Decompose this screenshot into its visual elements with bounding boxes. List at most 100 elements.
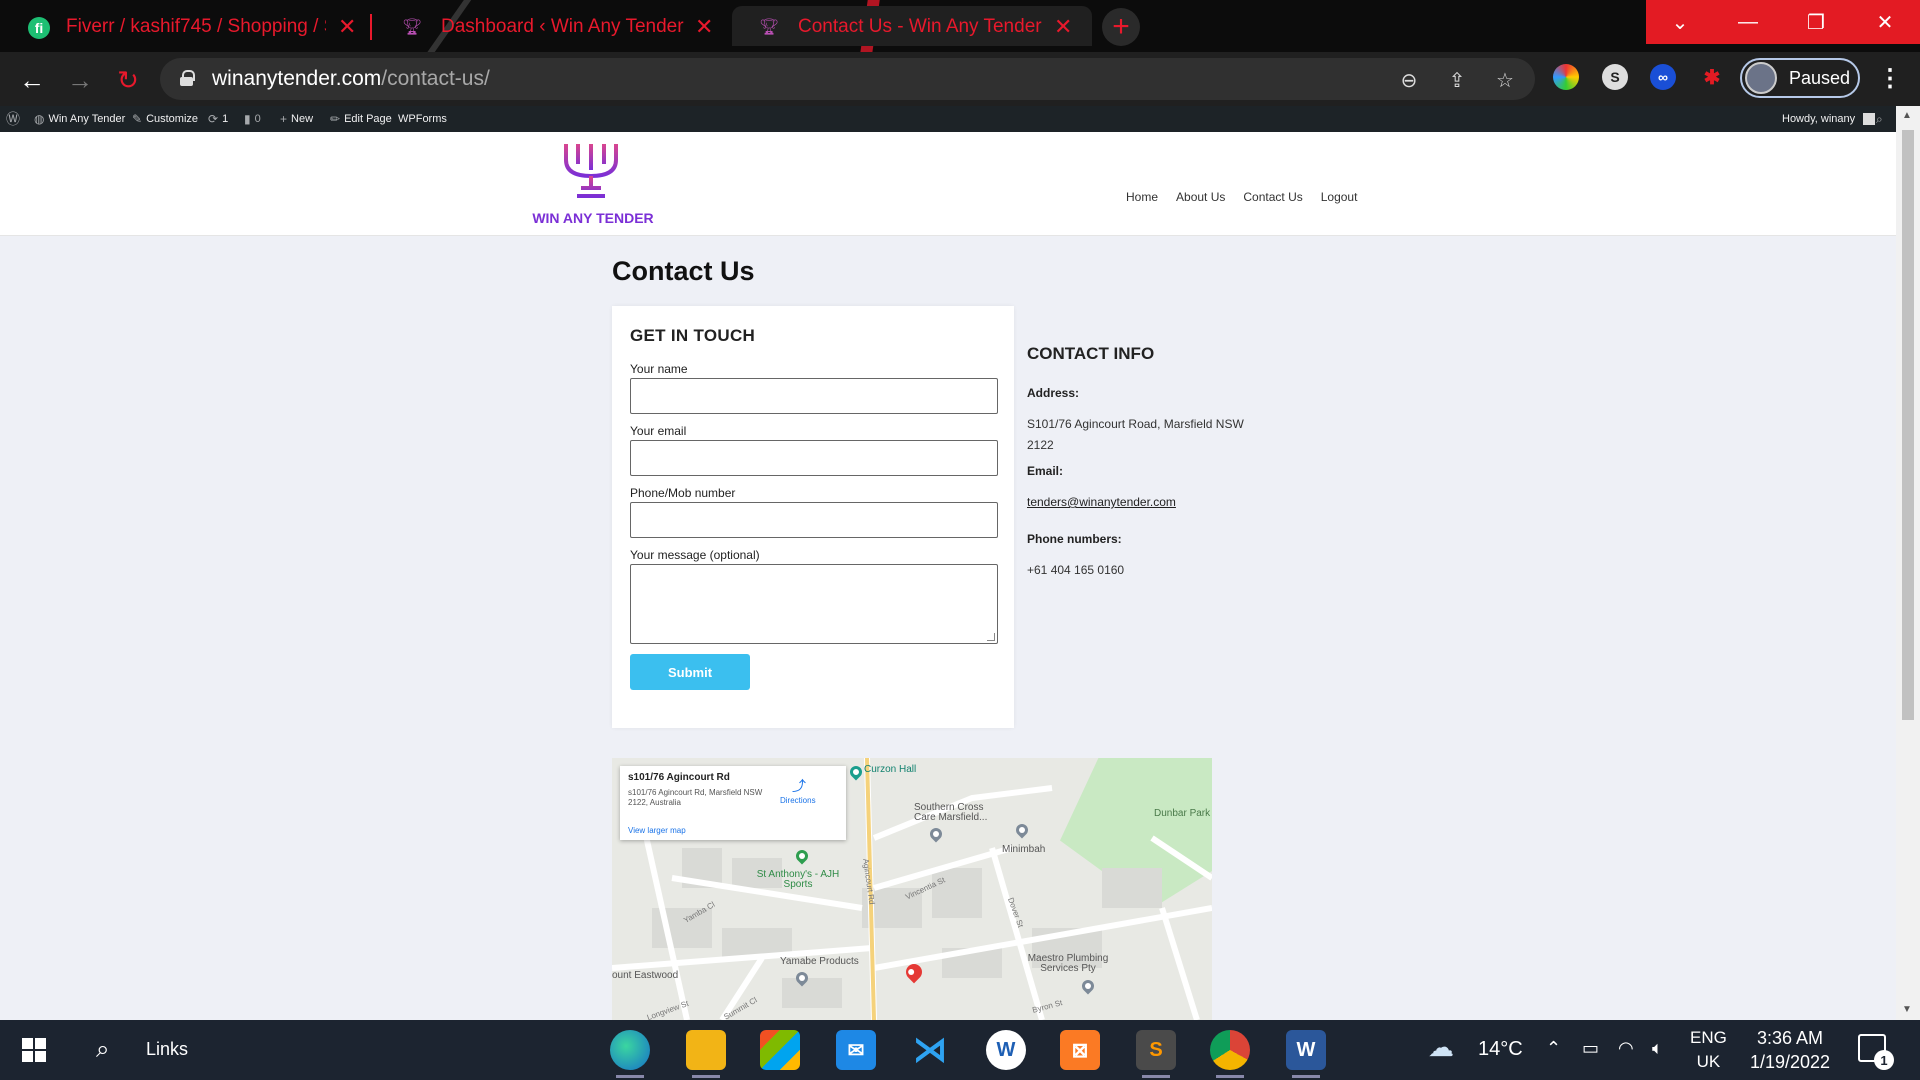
embedded-map[interactable]: Curzon Hall Southern Cross Care Marsfiel… [612, 758, 1212, 1020]
clock[interactable]: 3:36 AM 1/19/2022 [1740, 1026, 1840, 1074]
url-text[interactable]: winanytender.com/contact-us/ [212, 67, 490, 91]
weather-cloud-icon[interactable]: ☁ [1428, 1032, 1454, 1063]
submit-button[interactable]: Submit [630, 654, 750, 690]
resize-handle-icon[interactable] [987, 633, 995, 641]
nav-logout[interactable]: Logout [1321, 190, 1358, 204]
close-icon[interactable]: ✕ [338, 14, 356, 40]
language-indicator[interactable]: ENG UK [1690, 1026, 1727, 1074]
extension-s-icon[interactable]: S [1602, 64, 1628, 90]
nav-about-us[interactable]: About Us [1176, 190, 1225, 204]
windows-start-icon[interactable] [22, 1038, 46, 1062]
admin-comments-link[interactable]: ▮ 0 [244, 106, 261, 132]
admin-customize-link[interactable]: ✎ Customize [132, 106, 198, 132]
browser-tab-strip: fi Fiverr / kashif745 / Shopping / St ✕ … [0, 0, 1920, 52]
avatar [1745, 62, 1777, 94]
chevron-up-icon[interactable]: ⌃ [1546, 1038, 1561, 1059]
scroll-down-icon[interactable]: ▼ [1902, 1004, 1912, 1015]
extension-colorful-icon[interactable] [1553, 64, 1579, 90]
site-header: WIN ANY TENDER Home About Us Contact Us … [0, 132, 1896, 236]
site-logo[interactable]: WIN ANY TENDER [528, 142, 658, 230]
view-larger-map-link[interactable]: View larger map [628, 826, 686, 835]
nav-home[interactable]: Home [1126, 190, 1158, 204]
phone-input[interactable] [630, 502, 998, 538]
place-label[interactable]: Dunbar Park [1154, 808, 1210, 819]
brush-icon: ✎ [132, 112, 143, 126]
message-textarea[interactable] [630, 564, 998, 644]
tab-fiverr[interactable]: fi Fiverr / kashif745 / Shopping / St ✕ [0, 6, 375, 46]
place-label[interactable]: ount Eastwood [612, 970, 678, 981]
share-icon[interactable]: ⇪ [1445, 68, 1469, 92]
battery-icon[interactable]: ▭ [1582, 1038, 1599, 1059]
search-icon[interactable]: ⌕ [96, 1036, 109, 1064]
profile-status: Paused [1789, 67, 1851, 88]
wifi-icon[interactable]: ◠ [1618, 1038, 1634, 1059]
scrollbar-thumb[interactable] [1902, 130, 1914, 720]
forward-arrow-icon[interactable]: → [64, 64, 96, 96]
email-input[interactable] [630, 440, 998, 476]
keyboard-layout: UK [1696, 1052, 1721, 1071]
back-arrow-icon[interactable]: ← [16, 64, 48, 96]
admin-account-link[interactable]: Howdy, winany [1782, 106, 1876, 132]
microsoft-store-icon[interactable] [760, 1030, 800, 1070]
mail-icon[interactable]: ✉ [836, 1030, 876, 1070]
contact-info: CONTACT INFO Address: S101/76 Agincourt … [1027, 344, 1267, 577]
admin-new-link[interactable]: + New [280, 106, 313, 132]
tab-dashboard[interactable]: 🏆︎ Dashboard ‹ Win Any Tender — V ✕ [375, 6, 730, 46]
admin-edit-page-link[interactable]: ✏ Edit Page [330, 106, 392, 132]
wordpress-logo-icon[interactable]: Ⓦ [6, 106, 20, 132]
close-window-button[interactable]: ✕ [1850, 0, 1920, 44]
main-navigation: Home About Us Contact Us Logout [1126, 190, 1357, 204]
tab-title: Contact Us - Win Any Tender [798, 16, 1042, 37]
profile-button[interactable]: Paused [1740, 58, 1860, 98]
email-link[interactable]: tenders@winanytender.com [1027, 492, 1257, 513]
page-scrollbar[interactable]: ▲ ▼ [1896, 106, 1920, 1020]
place-label[interactable]: Curzon Hall [864, 764, 916, 775]
contact-form-card: GET IN TOUCH Your name Your email Phone/… [612, 306, 1014, 728]
email-label: Your email [630, 424, 687, 438]
admin-search-icon[interactable]: ⌕ [1876, 106, 1883, 132]
volume-icon[interactable]: 🔈︎ [1652, 1038, 1663, 1059]
place-label[interactable]: Yamabe Products [780, 956, 859, 967]
tab-search-chevron-icon[interactable]: ⌄ [1646, 0, 1714, 44]
place-label[interactable]: St Anthony's - AJH Sports [748, 870, 848, 890]
address-bar[interactable]: winanytender.com/contact-us/ ⊖ ⇪ ☆ [160, 58, 1535, 100]
wordpress-app-icon[interactable]: W [986, 1030, 1026, 1070]
vscode-icon[interactable]: ⋊ [910, 1030, 950, 1070]
scroll-up-icon[interactable]: ▲ [1902, 110, 1912, 121]
browser-menu-icon[interactable]: ⋮ [1878, 64, 1902, 93]
directions-link[interactable]: Directions [780, 796, 816, 805]
admin-wpforms-link[interactable]: WPForms [398, 106, 447, 132]
nav-contact-us[interactable]: Contact Us [1243, 190, 1302, 204]
extension-infinity-icon[interactable]: ∞ [1650, 64, 1676, 90]
bookmark-star-icon[interactable]: ☆ [1493, 68, 1517, 92]
close-icon[interactable]: ✕ [1054, 14, 1072, 40]
name-input[interactable] [630, 378, 998, 414]
new-tab-button[interactable]: + [1102, 8, 1140, 46]
file-explorer-icon[interactable] [686, 1030, 726, 1078]
sublime-text-icon[interactable]: S [1136, 1030, 1176, 1078]
lock-icon[interactable] [180, 70, 195, 86]
restore-button[interactable]: ❐ [1782, 0, 1850, 44]
word-icon[interactable]: W [1286, 1030, 1326, 1078]
admin-updates-link[interactable]: ⟳ 1 [208, 106, 228, 132]
tab-title: Fiverr / kashif745 / Shopping / St [66, 16, 326, 37]
taskbar-search-label[interactable]: Links [146, 1039, 188, 1060]
zoom-out-icon[interactable]: ⊖ [1397, 68, 1421, 92]
tab-contact-us[interactable]: 🏆︎ Contact Us - Win Any Tender ✕ [732, 6, 1092, 46]
admin-site-link[interactable]: ◍ Win Any Tender [34, 106, 125, 132]
notification-count: 1 [1874, 1050, 1894, 1070]
minimize-button[interactable]: — [1714, 0, 1782, 44]
extensions-puzzle-icon[interactable]: ✱ [1699, 64, 1725, 90]
map-card-title: s101/76 Agincourt Rd [628, 772, 730, 783]
close-icon[interactable]: ✕ [695, 14, 713, 40]
place-label[interactable]: Minimbah [1002, 844, 1045, 855]
xampp-icon[interactable]: ⊠ [1060, 1030, 1100, 1070]
directions-icon[interactable]: ⤴ [792, 776, 806, 796]
place-label[interactable]: Maestro Plumbing Services Pty [1018, 954, 1118, 974]
edge-icon[interactable] [610, 1030, 650, 1078]
chrome-icon[interactable] [1210, 1030, 1250, 1078]
reload-icon[interactable]: ↻ [112, 64, 144, 96]
place-label[interactable]: Southern Cross Care Marsfield... [914, 803, 994, 823]
weather-temperature[interactable]: 14°C [1478, 1038, 1523, 1061]
notification-center-icon[interactable]: 1 [1858, 1034, 1894, 1070]
